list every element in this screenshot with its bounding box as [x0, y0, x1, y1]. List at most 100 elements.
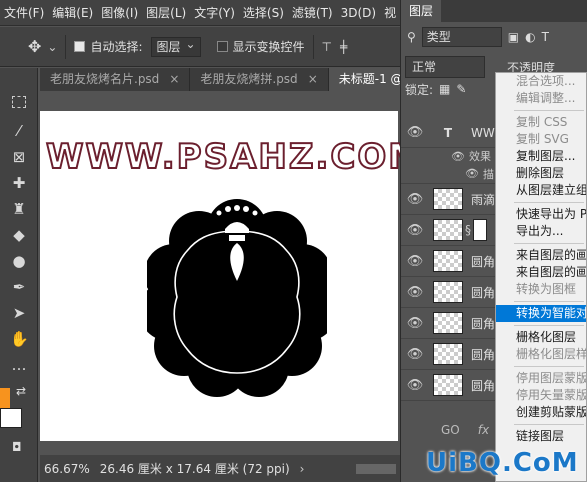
tab-label: 老朋友烧烤拼.psd	[200, 72, 298, 86]
chain-link-icon: §	[465, 223, 471, 237]
menu-view[interactable]: 视	[380, 4, 400, 21]
site-watermark: UiBQ.CoM	[426, 448, 579, 478]
fx-icon[interactable]: fx	[478, 423, 489, 437]
magic-wand-icon[interactable]: ⁄	[10, 122, 28, 140]
auto-select-checkbox[interactable]	[74, 41, 86, 52]
layer-thumbnail	[433, 188, 463, 210]
show-transform-checkbox[interactable]	[216, 41, 228, 52]
context-menu-item[interactable]: 来自图层的画	[496, 247, 586, 264]
context-menu-item: 停用矢量蒙版	[516, 388, 587, 402]
horizontal-scrollbar[interactable]	[356, 463, 396, 474]
layer-thumbnail	[433, 281, 463, 303]
context-menu-item[interactable]: 栅格化图层	[496, 329, 586, 346]
link-layers-icon[interactable]: GO	[441, 423, 460, 437]
align-top-icon[interactable]: ⊤	[322, 40, 332, 54]
layer-kind-dropdown[interactable]: 类型	[421, 27, 502, 47]
close-icon[interactable]: ×	[308, 68, 318, 91]
layer-thumbnail	[433, 250, 463, 272]
context-menu-item[interactable]: 从图层建立组...	[496, 182, 586, 199]
hand-tool-icon[interactable]: ✋	[10, 330, 29, 348]
menu-separator	[514, 110, 584, 111]
eye-icon[interactable]: 👁	[465, 167, 479, 180]
layer-thumbnail	[433, 374, 463, 396]
eye-icon[interactable]: 👁	[401, 285, 429, 300]
image-filter-icon[interactable]: ▣	[508, 30, 519, 44]
eye-icon[interactable]: 👁	[401, 378, 429, 393]
close-icon[interactable]: ×	[169, 68, 179, 91]
context-menu-item: 停用图层蒙版	[516, 371, 587, 385]
eye-icon[interactable]: 👁	[401, 347, 429, 362]
type-filter-icon[interactable]: T	[542, 30, 549, 44]
tab-doc-1[interactable]: 老朋友烧烤名片.psd ×	[40, 68, 191, 91]
layer-name: WW	[471, 125, 495, 140]
menu-layer[interactable]: 图层(L)	[142, 4, 190, 21]
foreground-color-swatch[interactable]	[0, 388, 10, 408]
menu-filter[interactable]: 滤镜(T)	[288, 4, 337, 21]
move-tool-icon[interactable]: ✥	[28, 37, 41, 56]
lock-transparent-icon[interactable]: ▦	[439, 82, 450, 96]
context-menu-item[interactable]: 转换为智能对	[496, 305, 586, 322]
context-menu-item[interactable]: 复制图层...	[496, 148, 586, 165]
layer-name: 圆角	[471, 316, 496, 331]
layer-context-menu: 混合选项... 编辑调整... 复制 CSS 复制 SVG 复制图层... 删除图层 从图层…	[495, 72, 587, 482]
mask-thumbnail	[473, 219, 487, 241]
document-info[interactable]: 26.46 厘米 x 17.64 厘米 (72 ppi)	[100, 460, 290, 477]
background-color-swatch[interactable]	[0, 408, 22, 428]
eye-icon[interactable]: 👁	[401, 316, 429, 331]
stamp-tool-icon[interactable]: ♜	[10, 200, 28, 218]
context-menu-item: 复制 CSS	[516, 115, 568, 129]
menu-edit[interactable]: 编辑(E)	[48, 4, 97, 21]
layer-name: 圆角	[471, 254, 496, 269]
chevron-right-icon[interactable]: ›	[300, 462, 305, 476]
menu-file[interactable]: 文件(F)	[0, 4, 48, 21]
filter-row: ⚲ 类型 ▣ ◐ T	[401, 22, 587, 52]
context-menu-item[interactable]: 来自图层的画	[496, 264, 586, 281]
path-select-icon[interactable]: ➤	[10, 304, 28, 322]
document-canvas[interactable]: WWW.PSAHZ.COM	[40, 111, 400, 441]
layer-name: 圆角	[471, 347, 496, 362]
tools-panel: ⁄ ⊠ ✚ ♜ ◆ ● ✒ ➤ ✋ … ⇄ ◘	[0, 68, 38, 482]
menu-bar: 文件(F) 编辑(E) 图像(I) 图层(L) 文字(Y) 选择(S) 滤镜(T…	[0, 0, 400, 26]
menu-separator	[514, 366, 584, 367]
marquee-tool-icon[interactable]	[12, 96, 26, 108]
layer-thumbnail	[433, 219, 463, 241]
eraser-tool-icon[interactable]: ◆	[10, 226, 28, 244]
swap-colors-icon[interactable]: ⇄	[16, 384, 26, 398]
context-menu-item[interactable]: 快速导出为 P	[496, 206, 586, 223]
more-tools-icon[interactable]: …	[10, 356, 28, 374]
panel-tabbar: 图层	[401, 0, 587, 22]
quick-mask-icon[interactable]: ◘	[12, 440, 22, 454]
lock-paint-icon[interactable]: ✎	[456, 82, 466, 96]
eye-icon[interactable]: 👁	[401, 223, 429, 238]
eye-icon[interactable]: 👁	[401, 254, 429, 269]
align-middle-icon[interactable]: ╪	[340, 40, 347, 54]
badge-shape	[147, 199, 327, 397]
context-menu-item[interactable]: 创建剪贴蒙版	[496, 404, 586, 421]
menu-3d[interactable]: 3D(D)	[337, 6, 380, 20]
eye-icon[interactable]: 👁	[401, 192, 429, 207]
blend-mode-dropdown[interactable]: 正常	[405, 56, 485, 78]
chevron-down-icon[interactable]: ⌄	[47, 40, 57, 54]
menu-select[interactable]: 选择(S)	[239, 4, 288, 21]
adjust-filter-icon[interactable]: ◐	[525, 30, 535, 44]
crop-tool-icon[interactable]: ⊠	[10, 148, 28, 166]
menu-separator	[514, 202, 584, 203]
workspace: WWW.PSAHZ.COM	[40, 91, 400, 455]
search-icon: ⚲	[407, 30, 416, 44]
eye-icon[interactable]: 👁	[401, 125, 429, 140]
context-menu-item[interactable]: 导出为...	[496, 223, 586, 240]
blur-tool-icon[interactable]: ●	[10, 252, 28, 270]
tab-doc-2[interactable]: 老朋友烧烤拼.psd ×	[190, 68, 329, 91]
tab-layers[interactable]: 图层	[401, 0, 442, 22]
eye-icon[interactable]: 👁	[451, 150, 465, 163]
context-menu-item: 编辑调整...	[516, 91, 576, 105]
pen-tool-icon[interactable]: ✒	[10, 278, 28, 296]
healing-brush-icon[interactable]: ✚	[10, 174, 28, 192]
context-menu-item: 转换为图框	[516, 282, 577, 296]
auto-select-dropdown[interactable]: 图层	[150, 35, 201, 57]
zoom-level[interactable]: 66.67%	[44, 462, 90, 476]
menu-image[interactable]: 图像(I)	[97, 4, 142, 21]
context-menu-item[interactable]: 链接图层	[496, 428, 586, 445]
menu-type[interactable]: 文字(Y)	[190, 4, 239, 21]
context-menu-item[interactable]: 删除图层	[496, 165, 586, 182]
